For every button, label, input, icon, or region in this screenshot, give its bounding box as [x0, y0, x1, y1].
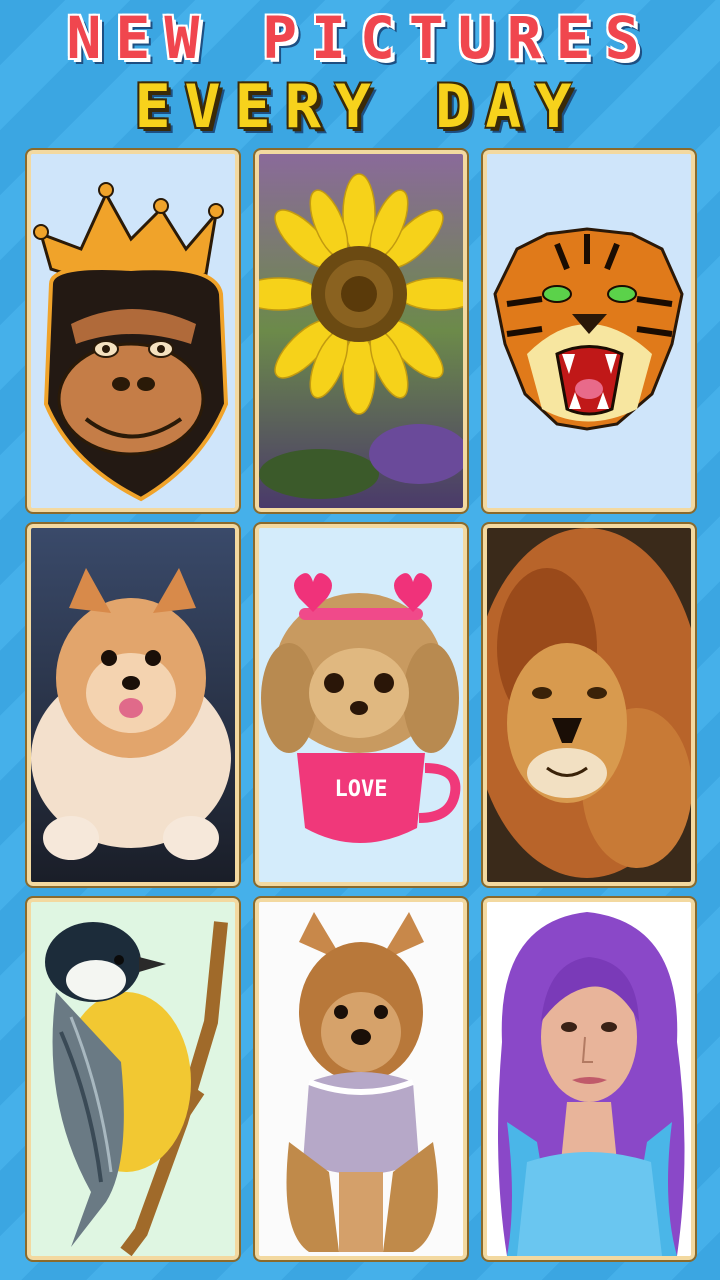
- chickadee-illustration: [31, 902, 235, 1256]
- pomeranian-illustration: [31, 528, 235, 882]
- tiger-illustration: [487, 154, 691, 508]
- woman-illustration: [487, 902, 691, 1256]
- picture-grid: LOVE: [0, 0, 720, 1280]
- picture-card-sunflower[interactable]: [253, 148, 469, 514]
- picture-card-poodle[interactable]: LOVE: [253, 522, 469, 888]
- picture-card-gorilla[interactable]: [25, 148, 241, 514]
- picture-card-woman[interactable]: [481, 896, 697, 1262]
- picture-card-bird[interactable]: [25, 896, 241, 1262]
- picture-card-lion[interactable]: [481, 522, 697, 888]
- picture-card-pomeranian[interactable]: [25, 522, 241, 888]
- picture-card-yorkie[interactable]: [253, 896, 469, 1262]
- lion-illustration: [487, 528, 691, 882]
- cup-label: LOVE: [335, 777, 388, 802]
- yorkie-illustration: [259, 902, 463, 1256]
- gorilla-illustration: [31, 154, 235, 508]
- sunflower-illustration: [259, 154, 463, 508]
- picture-card-tiger[interactable]: [481, 148, 697, 514]
- poodle-cup-illustration: LOVE: [259, 528, 463, 882]
